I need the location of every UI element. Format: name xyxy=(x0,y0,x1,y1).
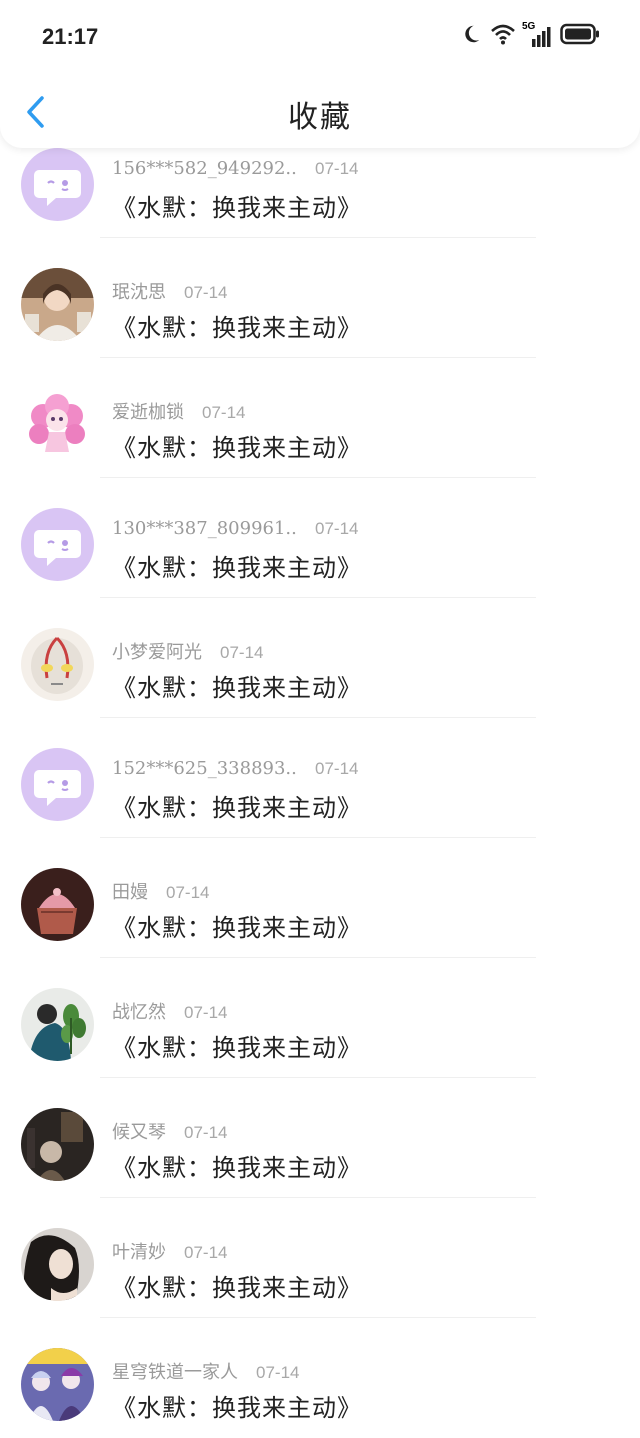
item-title: 《水默：换我来主动》 xyxy=(112,1274,362,1302)
list-item[interactable]: 130***387_809961... 07-14 《水默：换我来主动》 xyxy=(0,478,640,598)
user-name: 156***582_949292... xyxy=(112,158,297,179)
item-title: 《水默：换我来主动》 xyxy=(112,1154,362,1182)
date: 07-14 xyxy=(315,159,359,178)
list-item[interactable]: 小梦爱阿光 07-14 《水默：换我来主动》 xyxy=(0,598,640,718)
list-item[interactable]: 星穹铁道一家人 07-14 《水默：换我来主动》 xyxy=(0,1318,640,1438)
date: 07-14 xyxy=(184,1123,228,1142)
date: 07-14 xyxy=(315,519,359,538)
avatar[interactable] xyxy=(21,628,94,701)
moon-icon xyxy=(460,23,482,49)
item-title: 《水默：换我来主动》 xyxy=(112,314,362,342)
list-item[interactable]: 爱逝枷锁 07-14 《水默：换我来主动》 xyxy=(0,358,640,478)
list-item[interactable]: 战忆然 07-14 《水默：换我来主动》 xyxy=(0,958,640,1078)
user-name: 珉沈思 xyxy=(112,282,166,303)
signal-icon: 5G xyxy=(522,21,552,47)
item-title: 《水默：换我来主动》 xyxy=(112,434,362,462)
avatar[interactable] xyxy=(21,1108,94,1181)
page-title: 收藏 xyxy=(288,100,352,135)
wifi-icon xyxy=(490,23,516,49)
avatar[interactable] xyxy=(21,508,94,581)
list-item[interactable]: 叶清妙 07-14 《水默：换我来主动》 xyxy=(0,1198,640,1318)
chat-bubble-icon xyxy=(34,770,81,806)
chat-bubble-icon xyxy=(34,170,81,206)
date: 07-14 xyxy=(315,759,359,778)
status-icons: 5G xyxy=(460,21,600,50)
item-title: 《水默：换我来主动》 xyxy=(112,914,362,942)
list-item[interactable]: 候又琴 07-14 《水默：换我来主动》 xyxy=(0,1078,640,1198)
user-name: 星穹铁道一家人 xyxy=(112,1362,238,1383)
user-name: 152***625_338893... xyxy=(112,758,297,779)
user-name: 爱逝枷锁 xyxy=(112,402,184,423)
item-title: 《水默：换我来主动》 xyxy=(112,674,362,702)
favorites-list: 156***582_949292... 07-14 《水默：换我来主动》 珉沈思 0… xyxy=(0,148,640,1438)
chat-bubble-icon xyxy=(34,530,81,566)
avatar[interactable] xyxy=(21,148,94,221)
avatar[interactable] xyxy=(21,748,94,821)
date: 07-14 xyxy=(202,403,246,422)
item-title: 《水默：换我来主动》 xyxy=(112,794,362,822)
network-type: 5G xyxy=(522,21,536,32)
battery-icon xyxy=(560,23,600,49)
date: 07-14 xyxy=(184,1243,228,1262)
date: 07-14 xyxy=(256,1363,300,1382)
date: 07-14 xyxy=(220,643,264,662)
list-item[interactable]: 珉沈思 07-14 《水默：换我来主动》 xyxy=(0,238,640,358)
user-name: 叶清妙 xyxy=(112,1242,166,1263)
top-header: 21:17 5G 收藏 xyxy=(0,0,640,148)
avatar[interactable] xyxy=(21,868,94,941)
item-title: 《水默：换我来主动》 xyxy=(112,194,362,222)
user-name: 候又琴 xyxy=(112,1122,166,1143)
date: 07-14 xyxy=(184,1003,228,1022)
item-title: 《水默：换我来主动》 xyxy=(112,1394,362,1422)
avatar[interactable] xyxy=(21,268,94,341)
list-item[interactable]: 152***625_338893... 07-14 《水默：换我来主动》 xyxy=(0,718,640,838)
item-title: 《水默：换我来主动》 xyxy=(112,1034,362,1062)
user-name: 小梦爱阿光 xyxy=(112,642,202,663)
avatar[interactable] xyxy=(21,1348,94,1421)
avatar[interactable] xyxy=(21,1228,94,1301)
list-item[interactable]: 田嫚 07-14 《水默：换我来主动》 xyxy=(0,838,640,958)
user-name: 战忆然 xyxy=(112,1002,166,1023)
date: 07-14 xyxy=(166,883,210,902)
user-name: 田嫚 xyxy=(112,882,148,903)
item-title: 《水默：换我来主动》 xyxy=(112,554,362,582)
avatar[interactable] xyxy=(21,388,94,461)
status-time: 21:17 xyxy=(42,24,99,49)
user-name: 130***387_809961... xyxy=(112,518,297,539)
date: 07-14 xyxy=(184,283,228,302)
avatar[interactable] xyxy=(21,988,94,1061)
